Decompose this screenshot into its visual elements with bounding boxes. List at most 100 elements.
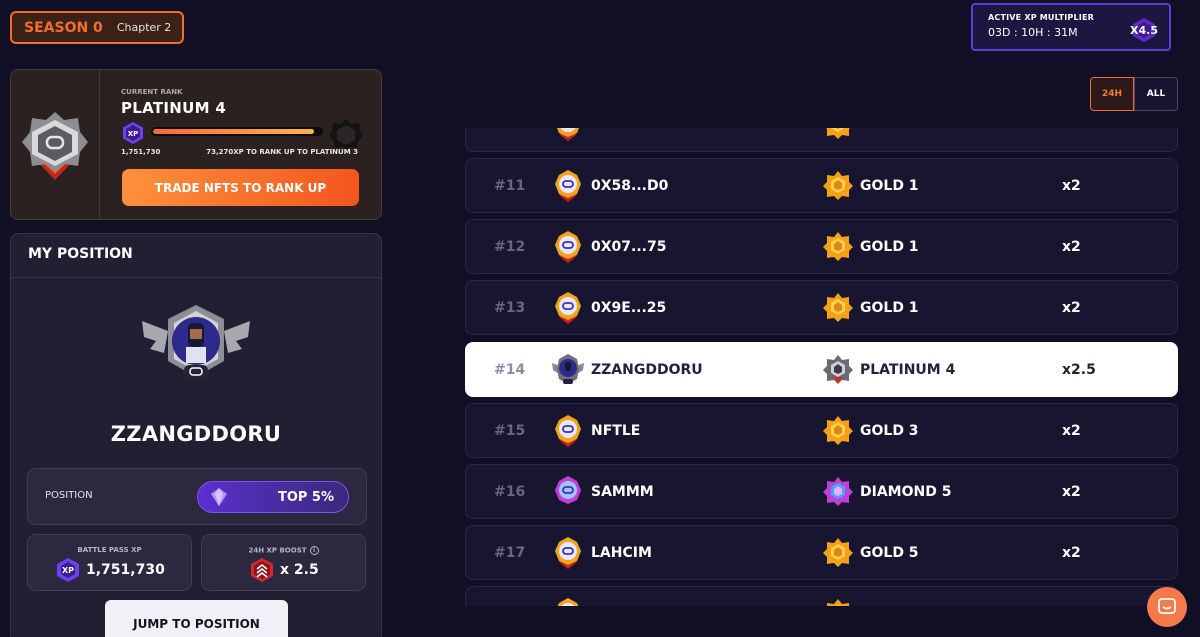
row-number: #12 xyxy=(494,239,526,256)
season-label: SEASON 0 xyxy=(24,19,103,36)
player-avatar-icon xyxy=(551,536,585,574)
player-rank: DIAMOND 5 xyxy=(860,484,952,500)
player-name: NFTLE xyxy=(591,422,641,439)
player-name: SAMMM xyxy=(591,484,654,500)
player-name: ZZANGDDORU xyxy=(591,361,703,378)
xp-boost-value: x 2.5 xyxy=(280,562,319,578)
player-name: LAHCIM xyxy=(591,545,652,562)
gold-rank-badge-icon xyxy=(823,292,853,326)
platinum-rank-badge-icon xyxy=(20,110,90,189)
player-avatar-icon xyxy=(551,169,585,207)
chapter-label: Chapter 2 xyxy=(116,21,172,34)
player-multiplier: x2 xyxy=(1062,178,1081,194)
divider xyxy=(99,70,100,219)
player-name: 0X9E...25 xyxy=(591,300,667,317)
rank-progress-bar xyxy=(151,127,323,136)
player-avatar-icon xyxy=(551,230,585,268)
chat-icon xyxy=(1158,598,1176,614)
table-row[interactable]: #17 LAHCIM GOLD 5 x2 xyxy=(465,525,1178,581)
gold-rank-badge-icon xyxy=(823,598,853,606)
gold-rank-badge-icon xyxy=(823,537,853,571)
tab-all[interactable]: ALL xyxy=(1134,77,1178,111)
player-multiplier: x2 xyxy=(1062,545,1081,562)
current-rank-card: CURRENT RANK PLATINUM 4 XP 1,751,730 73,… xyxy=(10,69,382,220)
boost-chevron-icon xyxy=(249,557,275,587)
player-avatar-icon xyxy=(551,291,585,329)
table-row[interactable]: #11 0X58...D0 GOLD 1 x2 xyxy=(465,158,1178,213)
player-avatar-icon xyxy=(551,475,585,513)
multiplier-value: X4.5 xyxy=(1130,23,1158,37)
xp-icon: XP xyxy=(121,121,145,149)
position-label: POSITION xyxy=(45,490,93,501)
diamond-gem-icon xyxy=(209,487,229,511)
tab-24h[interactable]: 24H xyxy=(1090,77,1134,111)
table-row-partial xyxy=(465,128,1178,152)
table-row[interactable]: #15 NFTLE GOLD 3 x2 xyxy=(465,402,1178,458)
row-number: #14 xyxy=(494,361,526,378)
player-multiplier: x2 xyxy=(1062,239,1081,256)
xp-boost-label: 24H XP BOOST xyxy=(248,546,307,555)
player-name: 0X58...D0 xyxy=(591,178,669,194)
my-position-card: MY POSITION ZZANGDDORU POSITION TOP 5% B… xyxy=(10,233,382,637)
player-rank: GOLD 1 xyxy=(860,300,919,317)
table-row[interactable]: #13 0X9E...25 GOLD 1 x2 xyxy=(465,280,1178,336)
battle-pass-xp-label: BATTLE PASS XP xyxy=(77,546,142,554)
info-icon[interactable]: i xyxy=(309,546,319,555)
player-avatar-icon xyxy=(551,414,585,452)
multiplier-gem-icon: X4.5 xyxy=(1130,17,1158,43)
time-range-tabs: 24H ALL xyxy=(1090,77,1178,111)
row-number: #11 xyxy=(494,178,526,194)
gold-rank-badge-icon xyxy=(823,231,853,265)
gold-rank-badge-icon xyxy=(823,128,853,143)
table-row[interactable]: #16 SAMMM DIAMOND 5 x2 xyxy=(465,464,1178,519)
xp-boost-stat: 24H XP BOOST i x 2.5 xyxy=(201,534,366,591)
position-value: TOP 5% xyxy=(277,490,334,505)
player-rank: PLATINUM 4 xyxy=(860,361,956,378)
row-number: #17 xyxy=(494,545,526,562)
player-multiplier: x2 xyxy=(1062,484,1081,500)
table-row[interactable]: #12 0X07...75 GOLD 1 x2 xyxy=(465,219,1178,275)
row-number: #15 xyxy=(494,422,526,439)
current-rank-name: PLATINUM 4 xyxy=(121,99,227,117)
player-multiplier: x2 xyxy=(1062,300,1081,317)
row-number: #16 xyxy=(494,484,526,500)
jump-to-position-button[interactable]: JUMP TO POSITION xyxy=(105,600,288,637)
player-rank: GOLD 1 xyxy=(860,178,919,194)
diamond-rank-badge-icon xyxy=(823,476,853,510)
player-avatar-icon xyxy=(551,128,585,146)
trade-nfts-button[interactable]: TRADE NFTS TO RANK UP xyxy=(122,169,359,206)
xp-boost-label-wrap: 24H XP BOOST i xyxy=(202,546,365,555)
player-rank: GOLD 1 xyxy=(860,239,919,256)
current-rank-caption: CURRENT RANK xyxy=(121,88,183,96)
xp-icon-text: XP xyxy=(62,566,74,575)
player-multiplier: x2 xyxy=(1062,422,1081,439)
platinum-rank-badge-icon xyxy=(823,354,853,388)
user-avatar-badge xyxy=(138,303,254,391)
player-multiplier: x2.5 xyxy=(1062,361,1096,378)
table-row-partial xyxy=(465,586,1178,606)
battle-pass-xp-value: 1,751,730 xyxy=(86,562,165,578)
xp-icon: XP xyxy=(55,557,81,587)
chat-button[interactable] xyxy=(1147,587,1187,627)
player-rank: GOLD 3 xyxy=(860,422,919,439)
xp-icon-text: XP xyxy=(128,130,139,138)
table-row[interactable]: #14 ZZANGDDORU PLATINUM 4 x2.5 xyxy=(465,341,1178,397)
gold-rank-badge-icon xyxy=(823,415,853,449)
position-summary: POSITION TOP 5% xyxy=(27,468,367,525)
active-xp-multiplier-card: ACTIVE XP MULTIPLIER 03D : 10H : 31M X4.… xyxy=(971,3,1171,51)
season-badge[interactable]: SEASON 0 Chapter 2 xyxy=(10,11,184,44)
my-position-title: MY POSITION xyxy=(11,234,381,278)
player-avatar-icon xyxy=(551,597,585,606)
xp-to-next-rank: 73,270XP TO RANK UP TO PLATINUM 3 xyxy=(206,148,358,156)
current-xp: 1,751,730 xyxy=(121,148,161,156)
row-number: #13 xyxy=(494,300,526,317)
player-avatar-icon xyxy=(551,353,585,391)
leaderboard-list[interactable]: #11 0X58...D0 GOLD 1 x2 #12 0X07...75 GOLD 1 x2… xyxy=(465,128,1179,606)
my-username: ZZANGDDORU xyxy=(110,422,282,446)
player-name: 0X07...75 xyxy=(591,239,667,256)
position-pill: TOP 5% xyxy=(197,481,349,513)
player-rank: GOLD 5 xyxy=(860,545,919,562)
rank-progress-fill xyxy=(153,129,315,134)
gold-rank-badge-icon xyxy=(823,170,853,204)
battle-pass-xp-stat: BATTLE PASS XP XP 1,751,730 xyxy=(27,534,192,591)
